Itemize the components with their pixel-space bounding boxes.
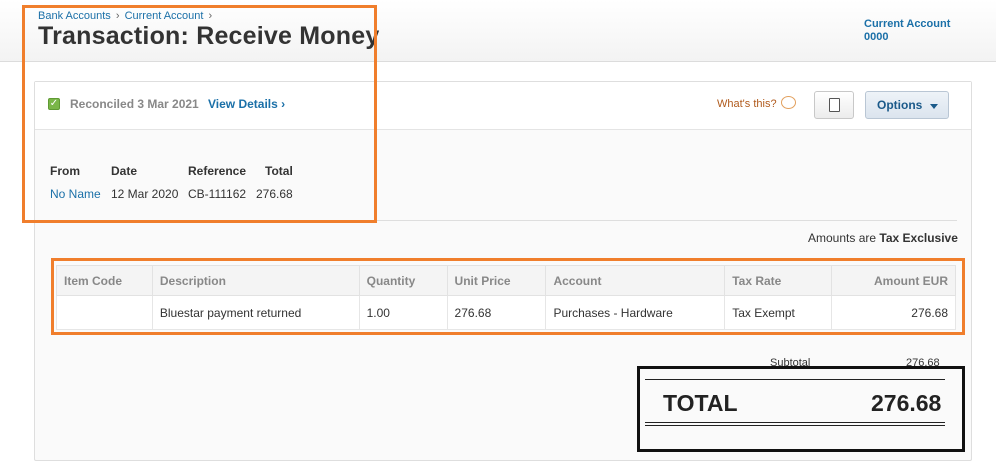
whats-this-link[interactable]: What's this? — [717, 98, 777, 110]
highlight-header-box — [22, 5, 377, 223]
amounts-tax-note: Amounts are Tax Exclusive — [808, 231, 958, 245]
copy-button[interactable] — [814, 91, 854, 119]
account-number: 0000 — [864, 31, 889, 43]
amounts-note-prefix: Amounts are — [808, 231, 877, 245]
amounts-note-mode: Tax Exclusive — [879, 231, 958, 245]
account-info[interactable]: Current Account 0000 — [864, 18, 950, 44]
options-button[interactable]: Options — [865, 91, 949, 119]
highlight-total-box — [637, 366, 965, 452]
highlight-table-box — [51, 258, 965, 335]
speech-bubble-icon[interactable] — [781, 96, 796, 109]
options-label: Options — [877, 98, 923, 112]
account-name: Current Account — [864, 18, 951, 30]
chevron-down-icon — [930, 104, 938, 109]
document-icon — [829, 98, 840, 112]
